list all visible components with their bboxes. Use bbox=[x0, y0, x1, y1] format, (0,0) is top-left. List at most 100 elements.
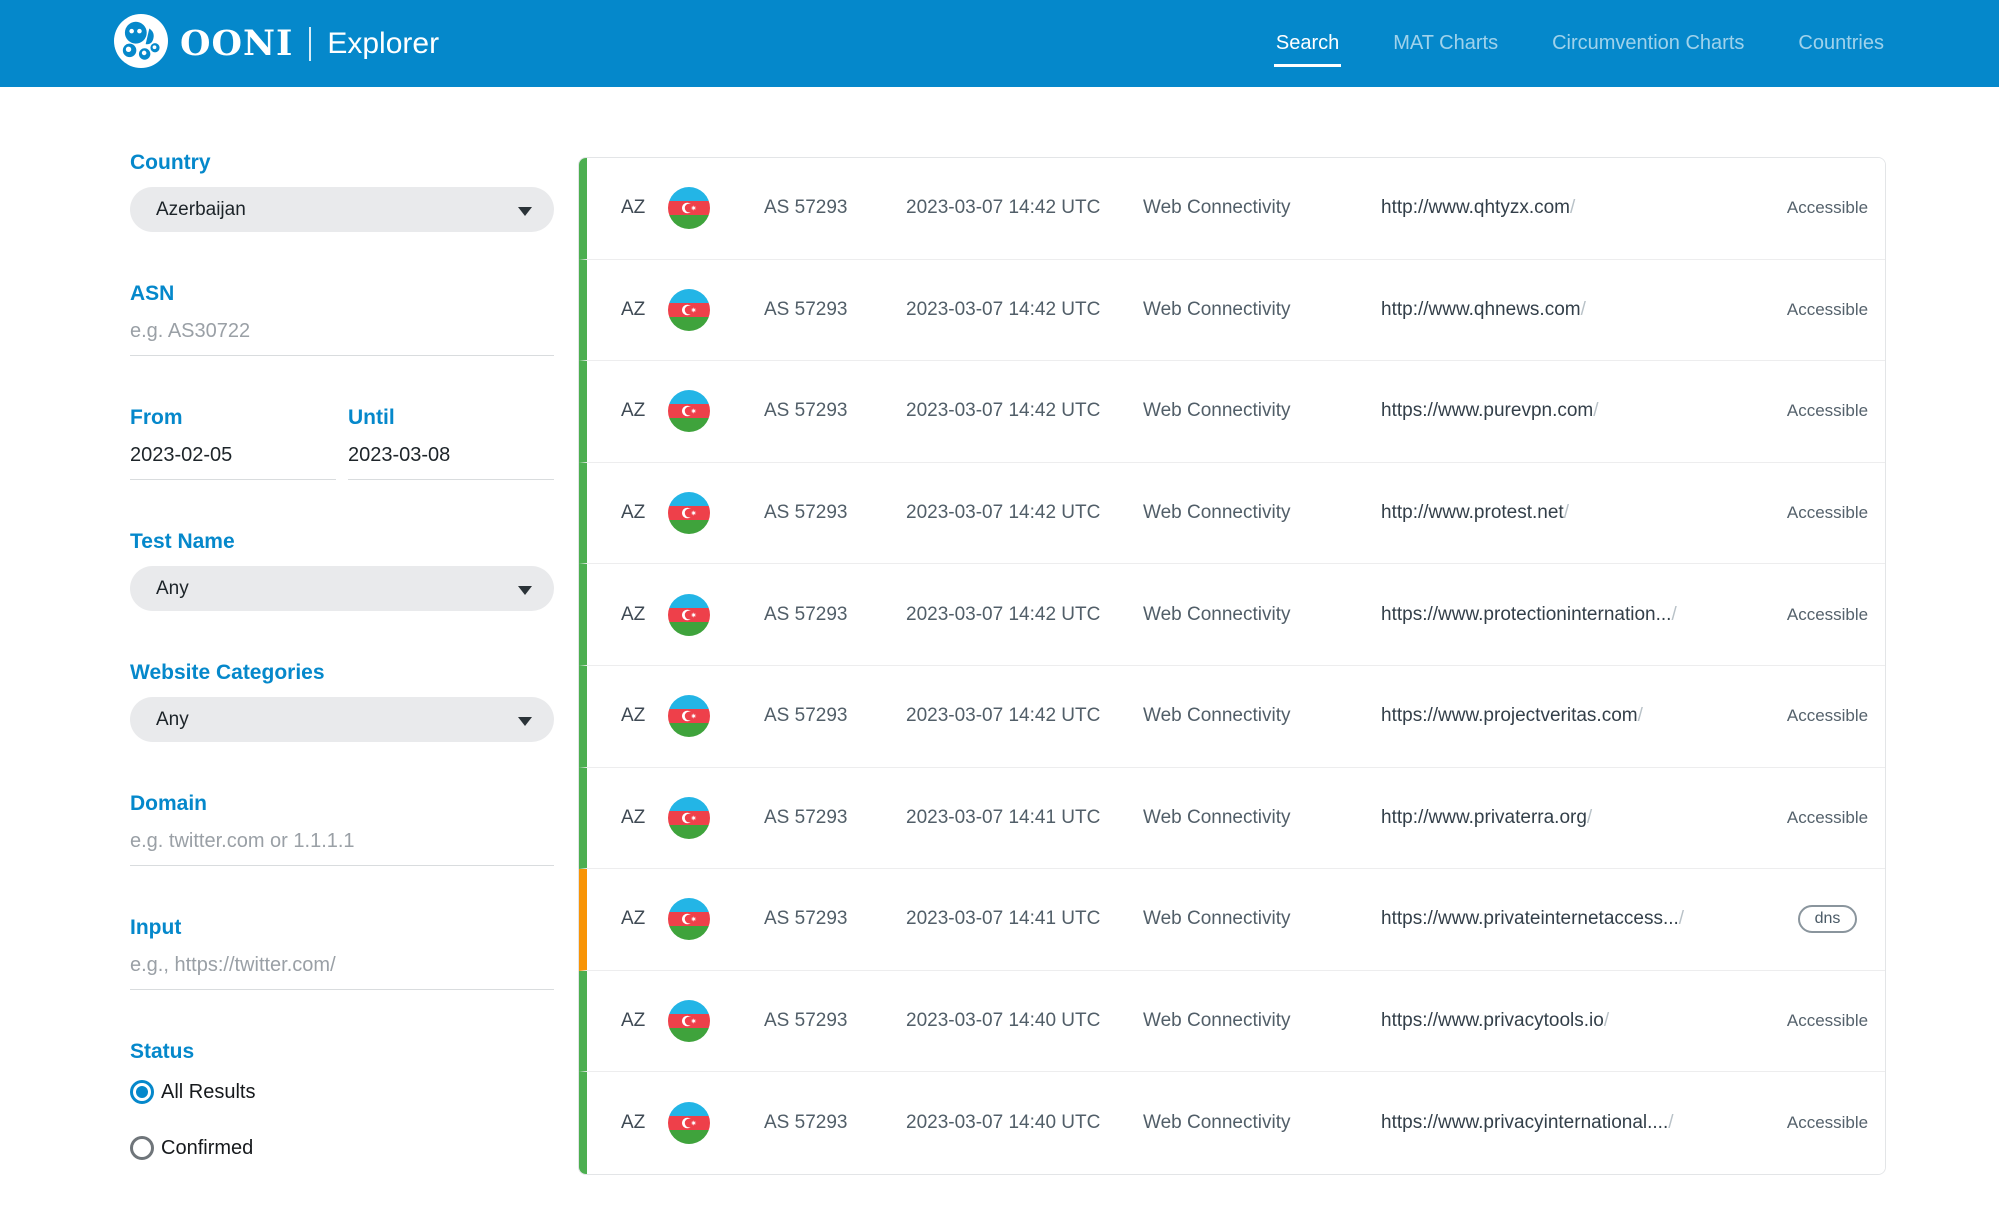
until-date-field: Until bbox=[348, 406, 554, 480]
chevron-down-icon bbox=[518, 717, 532, 726]
country-code: AZ bbox=[621, 502, 668, 524]
measured-url: https://www.privacyinternational..../ bbox=[1381, 1112, 1776, 1134]
asn-value: AS 57293 bbox=[764, 1010, 906, 1032]
nav-item-search[interactable]: Search bbox=[1274, 22, 1341, 65]
status-cell: Accessible bbox=[1776, 198, 1885, 218]
test-name: Web Connectivity bbox=[1143, 502, 1381, 524]
asn-input[interactable] bbox=[130, 318, 554, 356]
status-cell: dns bbox=[1776, 905, 1885, 933]
status-label: Status bbox=[130, 1040, 554, 1064]
domain-label: Domain bbox=[130, 792, 554, 816]
radio-selected-icon[interactable] bbox=[130, 1080, 154, 1104]
status-option-all-results[interactable]: All Results bbox=[130, 1080, 554, 1104]
test-name: Web Connectivity bbox=[1143, 604, 1381, 626]
status-cell: Accessible bbox=[1776, 808, 1885, 828]
ooni-octopus-logo-icon bbox=[114, 14, 168, 73]
measurement-timestamp: 2023-03-07 14:42 UTC bbox=[906, 502, 1143, 524]
app-header: OONI Explorer Search MAT Charts Circumve… bbox=[0, 0, 1999, 87]
status-accessible-label: Accessible bbox=[1787, 706, 1868, 726]
brand-divider bbox=[309, 27, 311, 61]
main-nav: Search MAT Charts Circumvention Charts C… bbox=[1274, 22, 1886, 65]
nav-item-mat-charts[interactable]: MAT Charts bbox=[1391, 22, 1500, 65]
status-option-confirmed[interactable]: Confirmed bbox=[130, 1136, 554, 1160]
measurement-row[interactable]: AZ AS 57293 2023-03-07 14:42 UTC Web Con… bbox=[579, 564, 1885, 666]
measurement-row[interactable]: AZ AS 57293 2023-03-07 14:42 UTC Web Con… bbox=[579, 361, 1885, 463]
status-accessible-label: Accessible bbox=[1787, 503, 1868, 523]
measurement-timestamp: 2023-03-07 14:40 UTC bbox=[906, 1112, 1143, 1134]
measured-url: http://www.qhnews.com/ bbox=[1381, 299, 1776, 321]
azerbaijan-flag-icon bbox=[668, 1000, 764, 1042]
input-input[interactable] bbox=[130, 952, 554, 990]
measurement-row[interactable]: AZ AS 57293 2023-03-07 14:42 UTC Web Con… bbox=[579, 666, 1885, 768]
test-name: Web Connectivity bbox=[1143, 299, 1381, 321]
date-range-filter: From Until bbox=[130, 406, 554, 480]
radio-unselected-icon[interactable] bbox=[130, 1136, 154, 1160]
nav-item-countries[interactable]: Countries bbox=[1796, 22, 1886, 65]
measured-url: http://www.privaterra.org/ bbox=[1381, 807, 1776, 829]
input-label: Input bbox=[130, 916, 554, 940]
status-accessible-label: Accessible bbox=[1787, 605, 1868, 625]
country-select[interactable]: Azerbaijan bbox=[130, 187, 554, 232]
measurement-row[interactable]: AZ AS 57293 2023-03-07 14:40 UTC Web Con… bbox=[579, 971, 1885, 1073]
status-cell: Accessible bbox=[1776, 401, 1885, 421]
test-name-label: Test Name bbox=[130, 530, 554, 554]
country-code: AZ bbox=[621, 400, 668, 422]
measurement-timestamp: 2023-03-07 14:41 UTC bbox=[906, 807, 1143, 829]
azerbaijan-flag-icon bbox=[668, 289, 764, 331]
measurement-row[interactable]: AZ AS 57293 2023-03-07 14:42 UTC Web Con… bbox=[579, 463, 1885, 565]
status-cell: Accessible bbox=[1776, 503, 1885, 523]
azerbaijan-flag-icon bbox=[668, 390, 764, 432]
asn-value: AS 57293 bbox=[764, 1112, 906, 1134]
brand[interactable]: OONI Explorer bbox=[114, 14, 439, 73]
status-accessible-label: Accessible bbox=[1787, 198, 1868, 218]
until-date-input[interactable] bbox=[348, 442, 554, 480]
measurement-results-list: AZ AS 57293 2023-03-07 14:42 UTC Web Con… bbox=[578, 157, 1886, 1175]
country-filter: Country Azerbaijan bbox=[130, 151, 554, 232]
nav-item-circumvention-charts[interactable]: Circumvention Charts bbox=[1550, 22, 1746, 65]
asn-value: AS 57293 bbox=[764, 502, 906, 524]
asn-value: AS 57293 bbox=[764, 400, 906, 422]
status-cell: Accessible bbox=[1776, 300, 1885, 320]
website-categories-filter: Website Categories Any bbox=[130, 661, 554, 742]
measurement-timestamp: 2023-03-07 14:41 UTC bbox=[906, 908, 1143, 930]
chevron-down-icon bbox=[518, 586, 532, 595]
test-name-select[interactable]: Any bbox=[130, 566, 554, 611]
asn-value: AS 57293 bbox=[764, 604, 906, 626]
status-cell: Accessible bbox=[1776, 605, 1885, 625]
domain-input[interactable] bbox=[130, 828, 554, 866]
asn-value: AS 57293 bbox=[764, 807, 906, 829]
measured-url: http://www.protest.net/ bbox=[1381, 502, 1776, 524]
azerbaijan-flag-icon bbox=[668, 187, 764, 229]
measured-url: https://www.protectioninternation.../ bbox=[1381, 604, 1776, 626]
status-accessible-label: Accessible bbox=[1787, 401, 1868, 421]
azerbaijan-flag-icon bbox=[668, 594, 764, 636]
measurement-row[interactable]: AZ AS 57293 2023-03-07 14:41 UTC Web Con… bbox=[579, 768, 1885, 870]
status-filter: Status All Results Confirmed bbox=[130, 1040, 554, 1160]
asn-value: AS 57293 bbox=[764, 908, 906, 930]
test-name: Web Connectivity bbox=[1143, 400, 1381, 422]
measurement-row[interactable]: AZ AS 57293 2023-03-07 14:42 UTC Web Con… bbox=[579, 260, 1885, 362]
measurement-row[interactable]: AZ AS 57293 2023-03-07 14:41 UTC Web Con… bbox=[579, 869, 1885, 971]
status-cell: Accessible bbox=[1776, 1113, 1885, 1133]
status-accessible-label: Accessible bbox=[1787, 1011, 1868, 1031]
country-code: AZ bbox=[621, 1010, 668, 1032]
measurement-timestamp: 2023-03-07 14:42 UTC bbox=[906, 400, 1143, 422]
test-name: Web Connectivity bbox=[1143, 197, 1381, 219]
asn-value: AS 57293 bbox=[764, 705, 906, 727]
from-date-input[interactable] bbox=[130, 442, 336, 480]
measurement-row[interactable]: AZ AS 57293 2023-03-07 14:42 UTC Web Con… bbox=[579, 158, 1885, 260]
measured-url: https://www.privacytools.io/ bbox=[1381, 1010, 1776, 1032]
until-label: Until bbox=[348, 406, 554, 430]
country-code: AZ bbox=[621, 1112, 668, 1134]
measurement-row[interactable]: AZ AS 57293 2023-03-07 14:40 UTC Web Con… bbox=[579, 1072, 1885, 1174]
measurement-timestamp: 2023-03-07 14:42 UTC bbox=[906, 705, 1143, 727]
chevron-down-icon bbox=[518, 207, 532, 216]
measurement-timestamp: 2023-03-07 14:40 UTC bbox=[906, 1010, 1143, 1032]
test-name-filter: Test Name Any bbox=[130, 530, 554, 611]
website-categories-select[interactable]: Any bbox=[130, 697, 554, 742]
test-name: Web Connectivity bbox=[1143, 1010, 1381, 1032]
country-code: AZ bbox=[621, 908, 668, 930]
status-option-label: Confirmed bbox=[161, 1137, 253, 1160]
test-name: Web Connectivity bbox=[1143, 1112, 1381, 1134]
status-accessible-label: Accessible bbox=[1787, 1113, 1868, 1133]
